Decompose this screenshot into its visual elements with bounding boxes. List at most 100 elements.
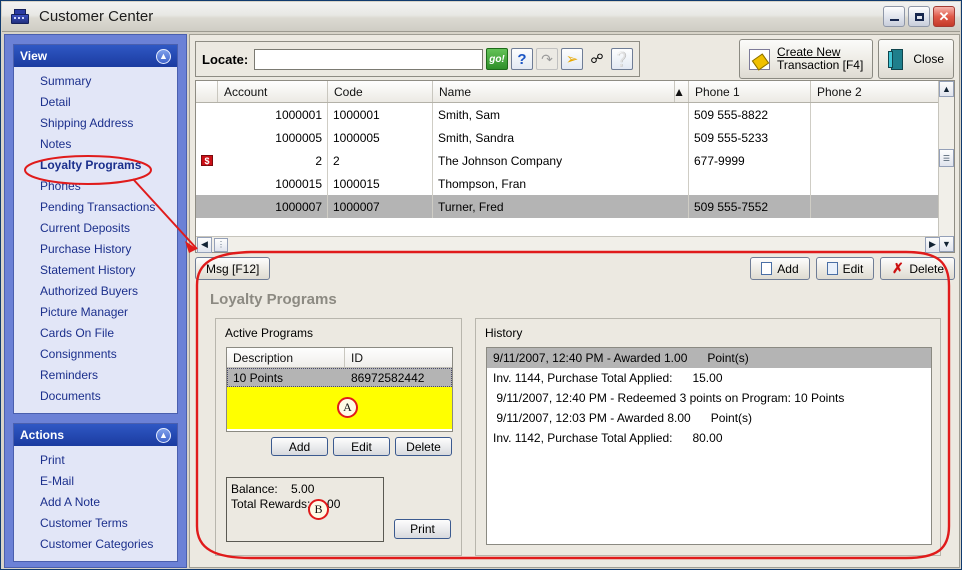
active-programs-group: Active Programs Description ID 10 Points… (215, 318, 462, 556)
maximize-button[interactable] (908, 6, 930, 27)
grid-horizontal-scrollbar[interactable]: ◀ ⋮ ▶ (196, 236, 940, 253)
scroll-left-icon[interactable]: ◀ (197, 236, 212, 253)
sidebar-item-reminders[interactable]: Reminders (14, 365, 177, 386)
program-add-button[interactable]: Add (271, 437, 328, 456)
cell-phone1: 509 555-7552 (689, 195, 811, 218)
balance-label: Balance: 5.00 (231, 482, 314, 496)
sidebar-item-current-deposits[interactable]: Current Deposits (14, 218, 177, 239)
sidebar-item-phones[interactable]: Phones (14, 176, 177, 197)
sidebar-item-summary[interactable]: Summary (14, 71, 177, 92)
history-list[interactable]: 9/11/2007, 12:40 PM - Awarded 1.00 Point… (486, 347, 932, 545)
list-item[interactable]: 9/11/2007, 12:40 PM - Redeemed 3 points … (487, 388, 931, 408)
list-item[interactable]: 9/11/2007, 12:40 PM - Awarded 1.00 Point… (487, 348, 931, 368)
grid-col-name[interactable]: Name (433, 81, 675, 102)
delete-button[interactable]: ✗ Delete (880, 257, 955, 280)
actions-panel-body: Print E-Mail Add A Note Customer Terms C… (14, 446, 177, 561)
cell-code: 1000005 (328, 126, 433, 149)
jump-arrow-icon[interactable]: ➢ (561, 48, 583, 70)
scroll-down-icon[interactable]: ▼ (939, 236, 954, 252)
scroll-right-icon[interactable]: ▶ (925, 236, 940, 253)
sidebar: View ▲ Summary Detail Shipping Address N… (4, 34, 187, 568)
grid-header: Account Code Name ▲ Phone 1 Phone 2 (196, 81, 954, 103)
list-item[interactable]: 9/11/2007, 12:03 PM - Awarded 8.00 Point… (487, 408, 931, 428)
sidebar-item-notes[interactable]: Notes (14, 134, 177, 155)
go-button[interactable]: go! (486, 48, 508, 70)
grid-col-phone2[interactable]: Phone 2 (811, 81, 923, 102)
msg-button[interactable]: Msg [F12] (195, 257, 271, 280)
cell-phone1: 509 555-5233 (689, 126, 811, 149)
title-bar: Customer Center ✕ (2, 2, 960, 32)
grid-col-account[interactable]: Account (218, 81, 328, 102)
sidebar-action-add-a-note[interactable]: Add A Note (14, 492, 177, 513)
sidebar-item-picture-manager[interactable]: Picture Manager (14, 302, 177, 323)
scroll-thumb[interactable]: ☰ (939, 149, 954, 167)
sidebar-action-email[interactable]: E-Mail (14, 471, 177, 492)
sidebar-action-print[interactable]: Print (14, 450, 177, 471)
grid-action-row: Msg [F12] Add Edit ✗ Delete (195, 257, 955, 281)
total-rewards-value: 6.00 (317, 497, 341, 511)
binoculars-icon[interactable]: ☍ (586, 48, 608, 70)
sidebar-item-shipping-address[interactable]: Shipping Address (14, 113, 177, 134)
sidebar-item-loyalty-programs[interactable]: Loyalty Programs (14, 155, 177, 176)
close-button[interactable]: Close (878, 39, 954, 79)
grid-col-phone1[interactable]: Phone 1 (689, 81, 811, 102)
customer-grid: Account Code Name ▲ Phone 1 Phone 2 1000… (195, 80, 955, 253)
col-description[interactable]: Description (227, 348, 345, 367)
new-document-icon (761, 262, 773, 275)
chevron-up-icon[interactable]: ▲ (156, 427, 171, 443)
program-edit-button[interactable]: Edit (333, 437, 390, 456)
history-group: History 9/11/2007, 12:40 PM - Awarded 1.… (475, 318, 941, 556)
program-delete-button[interactable]: Delete (395, 437, 452, 456)
cell-phone2 (811, 103, 923, 126)
sidebar-item-cards-on-file[interactable]: Cards On File (14, 323, 177, 344)
refresh-icon[interactable]: ↷ (536, 48, 558, 70)
sidebar-item-pending-transactions[interactable]: Pending Transactions (14, 197, 177, 218)
view-panel-title: View (20, 49, 48, 63)
edit-button-label: Edit (842, 261, 864, 276)
col-id[interactable]: ID (345, 348, 452, 367)
help-icon[interactable]: ❔ (611, 48, 633, 70)
sidebar-action-customer-terms[interactable]: Customer Terms (14, 513, 177, 534)
window-controls: ✕ (883, 6, 955, 27)
list-item[interactable]: Inv. 1142, Purchase Total Applied: 80.00 (487, 428, 931, 448)
cell-phone2 (811, 195, 923, 218)
list-item[interactable]: 10 Points 86972582442 (227, 368, 452, 387)
print-button[interactable]: Print (394, 519, 451, 539)
add-button-label: Add (777, 261, 799, 276)
sidebar-item-statement-history[interactable]: Statement History (14, 260, 177, 281)
sidebar-item-purchase-history[interactable]: Purchase History (14, 239, 177, 260)
edit-button[interactable]: Edit (815, 257, 875, 280)
table-row[interactable]: 1000001 1000001 Smith, Sam 509 555-8822 (196, 103, 954, 126)
add-button[interactable]: Add (750, 257, 810, 280)
sidebar-action-customer-categories[interactable]: Customer Categories (14, 534, 177, 555)
sidebar-item-detail[interactable]: Detail (14, 92, 177, 113)
question-button[interactable]: ? (511, 48, 533, 70)
close-button-label: Close (913, 51, 944, 66)
hscroll-thumb[interactable]: ⋮ (214, 237, 228, 252)
create-new-transaction-button[interactable]: Create New Transaction [F4] (739, 39, 874, 79)
cell-phone2 (811, 172, 923, 195)
view-panel-header[interactable]: View ▲ (14, 45, 177, 67)
grid-vertical-scrollbar[interactable]: ▲ ☰ ▼ (938, 81, 954, 252)
sidebar-item-documents[interactable]: Documents (14, 386, 177, 407)
table-row[interactable]: 1000015 1000015 Thompson, Fran (196, 172, 954, 195)
close-window-button[interactable]: ✕ (933, 6, 955, 27)
sidebar-item-consignments[interactable]: Consignments (14, 344, 177, 365)
chevron-up-icon[interactable]: ▲ (156, 48, 171, 64)
search-input[interactable] (254, 48, 483, 70)
cell-id: 86972582442 (351, 370, 425, 385)
cash-register-icon (9, 6, 31, 28)
active-programs-list[interactable]: Description ID 10 Points 86972582442 (226, 347, 453, 432)
table-row[interactable]: 1000005 1000005 Smith, Sandra 509 555-52… (196, 126, 954, 149)
minimize-button[interactable] (883, 6, 905, 27)
locate-box: Locate: go! ? ↷ ➢ ☍ ❔ (195, 41, 640, 77)
table-row[interactable]: 1000007 1000007 Turner, Fred 509 555-755… (196, 195, 954, 218)
scroll-up-icon[interactable]: ▲ (939, 81, 954, 97)
actions-panel-header[interactable]: Actions ▲ (14, 424, 177, 446)
cell-name: Thompson, Fran (433, 172, 689, 195)
active-programs-header: Description ID (227, 348, 452, 368)
grid-col-code[interactable]: Code (328, 81, 433, 102)
table-row[interactable]: $ 2 2 The Johnson Company 677-9999 (196, 149, 954, 172)
sidebar-item-authorized-buyers[interactable]: Authorized Buyers (14, 281, 177, 302)
list-item[interactable]: Inv. 1144, Purchase Total Applied: 15.00 (487, 368, 931, 388)
